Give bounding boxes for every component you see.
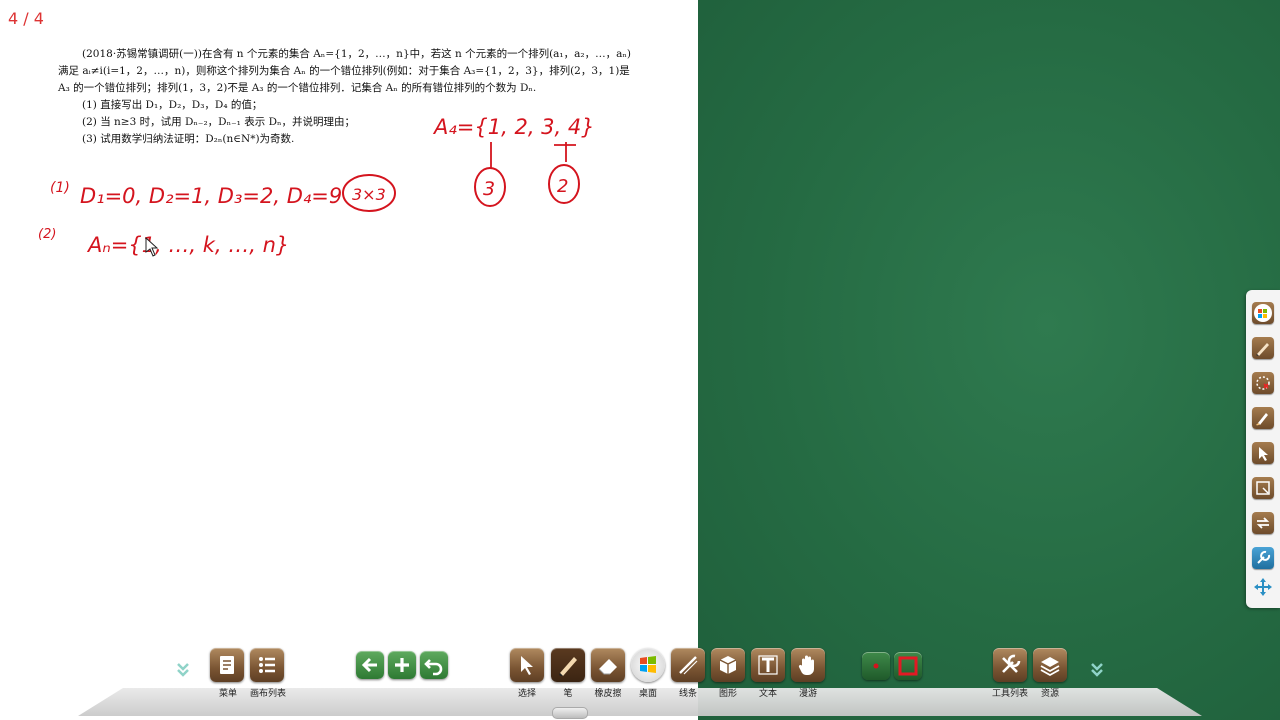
list-icon xyxy=(259,657,275,673)
text-tool-button[interactable] xyxy=(751,648,785,682)
add-page-button[interactable] xyxy=(388,651,416,679)
hw-line-2: Aₙ={1, …, k, …, n} xyxy=(86,233,289,257)
shape-tool-button[interactable] xyxy=(711,648,745,682)
hw-set-a4: A₄={1, 2, 3, 4} xyxy=(432,115,595,139)
menu-icon xyxy=(220,656,234,674)
roam-tool-button[interactable] xyxy=(791,648,825,682)
color-dot-icon xyxy=(873,663,879,669)
hw-circle-a-value: 3 xyxy=(483,178,495,200)
roam-tool-label: 漫游 xyxy=(798,689,817,699)
cube-icon xyxy=(719,656,737,674)
chevron-down-right-icon[interactable] xyxy=(1089,660,1105,678)
arrow-left-icon xyxy=(361,657,377,673)
move-icon[interactable] xyxy=(1252,576,1274,598)
hw-label-2: (2) xyxy=(38,227,56,242)
previous-page-button[interactable] xyxy=(356,651,384,679)
tool-list-button[interactable] xyxy=(993,648,1027,682)
pen-color-red-button[interactable] xyxy=(894,652,922,680)
hw-circled-note: 3×3 xyxy=(352,185,386,204)
eraser-icon xyxy=(598,659,617,675)
pen-icon[interactable] xyxy=(1252,337,1274,359)
toolbar-collapse-handle[interactable] xyxy=(552,707,588,719)
resources-label: 资源 xyxy=(1040,689,1059,699)
select-tool-button[interactable] xyxy=(510,648,544,682)
wrench-icon[interactable] xyxy=(1252,547,1274,569)
chevron-down-left-icon[interactable] xyxy=(175,660,191,678)
hw-answer-1: D₁=0, D₂=1, D₃=2, D₄=9 xyxy=(80,184,342,208)
right-toolbar xyxy=(1246,290,1280,608)
undo-button[interactable] xyxy=(420,651,448,679)
windows-desktop-icon xyxy=(640,656,656,673)
hw-label-1: (1) xyxy=(50,180,70,196)
plus-icon xyxy=(395,658,409,672)
hand-icon xyxy=(798,655,814,675)
pen-color-green-button[interactable] xyxy=(862,652,890,680)
hw-circle-b-value: 2 xyxy=(557,176,568,197)
pen-tool-icon xyxy=(559,657,577,676)
tools-icon xyxy=(1002,654,1021,673)
layers-icon xyxy=(1040,657,1060,677)
desktop-button[interactable] xyxy=(631,648,665,682)
resources-button[interactable] xyxy=(1033,648,1067,682)
undo-icon xyxy=(424,659,443,676)
windows-logo-icon[interactable] xyxy=(1252,302,1274,324)
handwriting-layer: (1) D₁=0, D₂=1, D₃=2, D₄=9 3×3 (2) Aₙ={1… xyxy=(38,115,595,257)
canvas-list-button[interactable] xyxy=(250,648,284,682)
canvas-list-label: 画布列表 xyxy=(249,689,286,699)
color-square-icon xyxy=(898,656,918,676)
green-board-canvas[interactable] xyxy=(698,0,1280,720)
line-icon xyxy=(679,656,698,675)
switch-arrows-icon[interactable] xyxy=(1252,512,1274,534)
pointer-icon[interactable] xyxy=(1252,442,1274,464)
brush-icon[interactable] xyxy=(1252,407,1274,429)
lasso-select-icon[interactable] xyxy=(1252,372,1274,394)
screenshot-icon[interactable] xyxy=(1252,477,1274,499)
menu-button[interactable] xyxy=(210,648,244,682)
eraser-tool-button[interactable] xyxy=(591,648,625,682)
text-t-icon xyxy=(758,655,778,675)
line-tool-button[interactable] xyxy=(671,648,705,682)
pen-tool-button[interactable] xyxy=(551,648,585,682)
pointer-arrow-icon xyxy=(521,656,533,675)
